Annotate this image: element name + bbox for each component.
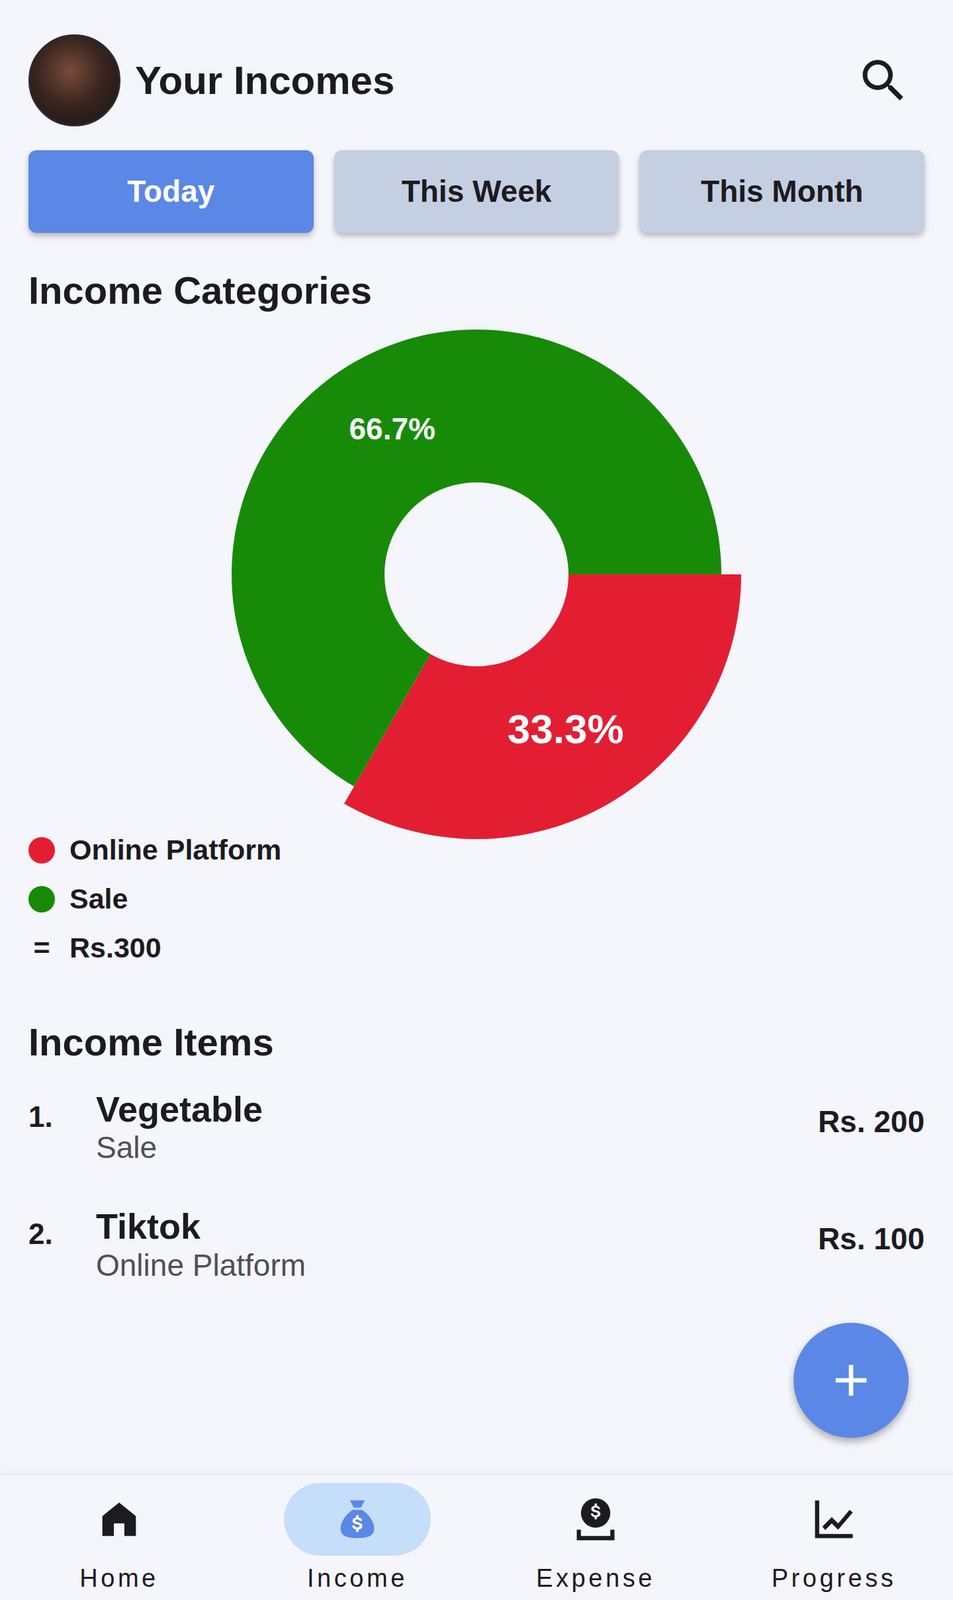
page-title: Your Incomes <box>135 57 856 104</box>
item-name: Tiktok <box>95 1205 818 1247</box>
donut-chart: 33.3% 66.7% <box>205 322 748 846</box>
home-icon <box>93 1494 145 1545</box>
equals-sign: = <box>28 926 55 970</box>
chart-slice-group[interactable] <box>231 329 722 787</box>
header: Your Incomes <box>28 34 925 127</box>
period-tab[interactable]: This Week <box>334 150 620 233</box>
slice-label: 66.7% <box>349 410 436 446</box>
nav-indicator <box>760 1483 908 1556</box>
legend-dot <box>28 886 55 913</box>
period-tabs: TodayThis WeekThis Month <box>28 150 925 233</box>
total-row: = Rs.300 <box>28 923 925 973</box>
nav-label: Progress <box>771 1559 897 1598</box>
nav-item[interactable]: Home <box>0 1475 239 1600</box>
nav-label: Income <box>307 1559 408 1598</box>
item-index: 2. <box>28 1205 96 1257</box>
bottom-nav: Home Income Expense Progress <box>0 1474 953 1600</box>
item-amount: Rs. 200 <box>817 1088 925 1145</box>
avatar[interactable] <box>28 34 121 127</box>
chart-icon <box>808 1494 860 1545</box>
chart-legend: Online Platform Sale = Rs.300 <box>28 825 925 973</box>
add-button[interactable] <box>793 1322 909 1439</box>
legend-dot <box>28 837 55 864</box>
chart-slice[interactable] <box>344 574 742 840</box>
income-item[interactable]: 1.VegetableSaleRs. 200 <box>28 1064 925 1182</box>
chart-slice-group[interactable] <box>344 574 742 840</box>
search-icon[interactable] <box>855 52 912 109</box>
nav-item[interactable]: Income <box>238 1475 477 1600</box>
item-category: Online Platform <box>95 1247 818 1284</box>
money-bag-icon <box>332 1494 383 1545</box>
income-list: 1.VegetableSaleRs. 2002.TiktokOnline Pla… <box>28 1064 925 1300</box>
section-title: Income Categories <box>28 267 925 314</box>
period-tab[interactable]: Today <box>28 150 314 233</box>
item-category: Sale <box>95 1129 818 1167</box>
item-body: VegetableSale <box>95 1088 818 1167</box>
slice-label: 33.3% <box>507 705 625 752</box>
nav-label: Expense <box>536 1559 656 1598</box>
item-body: TiktokOnline Platform <box>95 1205 818 1284</box>
legend-label: Online Platform <box>69 828 282 872</box>
nav-indicator <box>522 1483 670 1556</box>
plus-icon <box>824 1354 878 1407</box>
item-amount: Rs. 100 <box>817 1205 925 1263</box>
nav-indicator <box>283 1483 431 1556</box>
legend-label: Sale <box>69 877 128 921</box>
nav-item[interactable]: Progress <box>714 1475 953 1600</box>
period-tab[interactable]: This Month <box>639 150 925 233</box>
total-amount: Rs.300 <box>69 926 162 970</box>
nav-label: Home <box>79 1559 159 1598</box>
nav-indicator <box>45 1483 193 1556</box>
income-item[interactable]: 2.TiktokOnline PlatformRs. 100 <box>28 1181 925 1300</box>
nav-item[interactable]: Expense <box>476 1475 715 1600</box>
chart-slice[interactable] <box>231 329 722 787</box>
coin-hand-icon <box>570 1494 621 1545</box>
main-content: Your Incomes TodayThis WeekThis Month Inco… <box>0 0 953 1475</box>
legend-item: Sale <box>28 874 925 924</box>
item-index: 1. <box>28 1088 96 1139</box>
section-title: Income Items <box>28 1019 925 1066</box>
item-name: Vegetable <box>95 1088 818 1130</box>
